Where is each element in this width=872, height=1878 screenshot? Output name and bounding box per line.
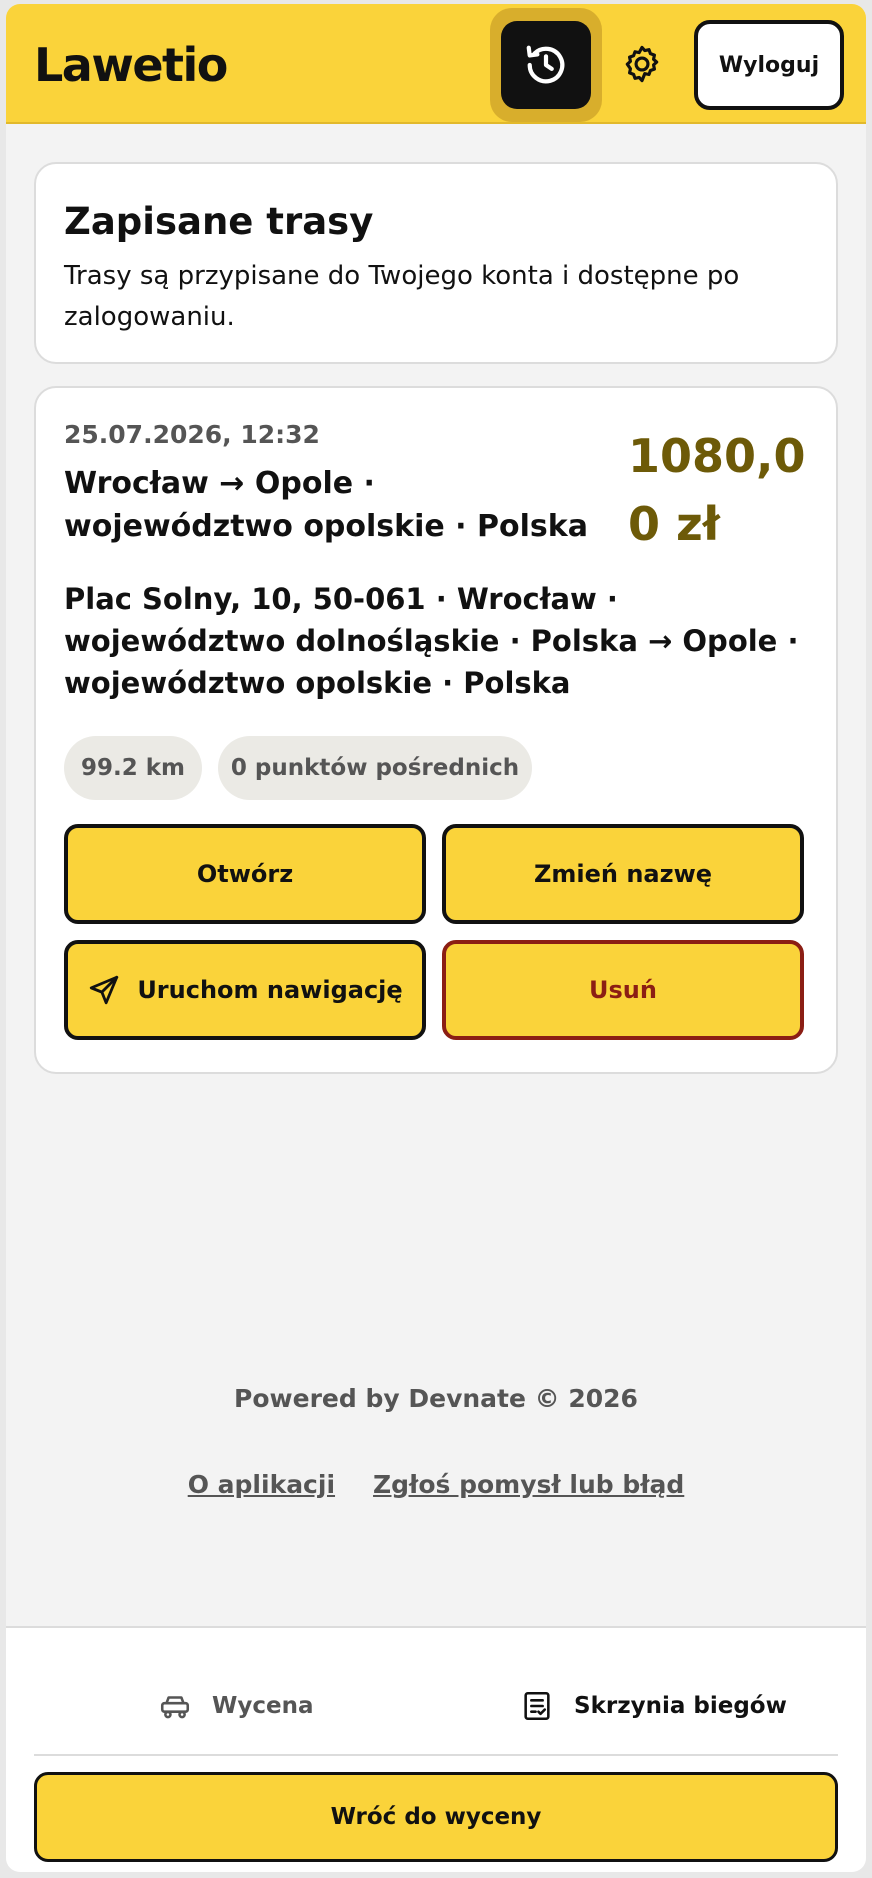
route-price: 1080,00 zł — [628, 429, 806, 551]
tab-wycena-label: Wycena — [212, 1693, 314, 1719]
app-window: Lawetio Wyloguj Zapisane trasy Trasy są … — [6, 4, 866, 1872]
tab-skrzynia-label: Skrzynia biegów — [574, 1693, 787, 1719]
bottom-divider — [34, 1754, 838, 1756]
settings-button[interactable] — [620, 42, 664, 86]
gear-icon — [625, 45, 659, 83]
route-address: Plac Solny, 10, 50-061 · Wrocław · wojew… — [64, 582, 799, 700]
logout-button[interactable]: Wyloguj — [694, 20, 844, 110]
waypoints-badge: 0 punktów pośrednich — [218, 736, 532, 800]
start-navigation-button[interactable]: Uruchom nawigację — [64, 940, 426, 1040]
rename-route-button[interactable]: Zmień nazwę — [442, 824, 804, 924]
route-date: 25.07.2026, 12:32 — [64, 420, 320, 449]
tow-truck-icon — [160, 1696, 190, 1719]
open-route-label: Otwórz — [196, 860, 294, 888]
tab-skrzynia-biegow[interactable]: Skrzynia biegów — [520, 1676, 787, 1736]
bottom-navigation: Wycena Skrzynia biegów Wróć do wyceny — [6, 1626, 866, 1872]
distance-badge: 99.2 km — [64, 736, 202, 800]
app-header: Lawetio Wyloguj — [6, 4, 866, 124]
navigation-arrow-icon — [90, 975, 119, 1005]
tab-wycena[interactable]: Wycena — [158, 1676, 314, 1736]
start-navigation-label: Uruchom nawigację — [137, 976, 403, 1004]
delete-route-button[interactable]: Usuń — [442, 940, 804, 1040]
about-link[interactable]: O aplikacji — [188, 1470, 335, 1499]
app-logo: Lawetio — [34, 38, 228, 92]
report-link[interactable]: Zgłoś pomysł lub błąd — [373, 1470, 684, 1499]
checklist-icon — [524, 1691, 550, 1721]
open-route-button[interactable]: Otwórz — [64, 824, 426, 924]
delete-route-label: Usuń — [589, 976, 657, 1004]
footer-links: O aplikacji Zgłoś pomysł lub błąd — [6, 1470, 866, 1499]
history-icon — [526, 45, 565, 84]
info-description: Trasy są przypisane do Twojego konta i d… — [64, 261, 740, 332]
history-button[interactable] — [490, 8, 602, 122]
back-to-quote-button[interactable]: Wróć do wyceny — [34, 1772, 838, 1862]
saved-routes-info-card: Zapisane trasy Trasy są przypisane do Tw… — [34, 162, 838, 364]
route-title: Wrocław → Opole · województwo opolskie ·… — [64, 466, 588, 544]
route-card: 25.07.2026, 12:32 Wrocław → Opole · woje… — [34, 386, 838, 1074]
page-title: Zapisane trasy — [64, 200, 374, 243]
history-button-inner[interactable] — [501, 21, 591, 109]
powered-by-text: Powered by Devnate © 2026 — [234, 1384, 638, 1413]
rename-route-label: Zmień nazwę — [533, 860, 713, 888]
